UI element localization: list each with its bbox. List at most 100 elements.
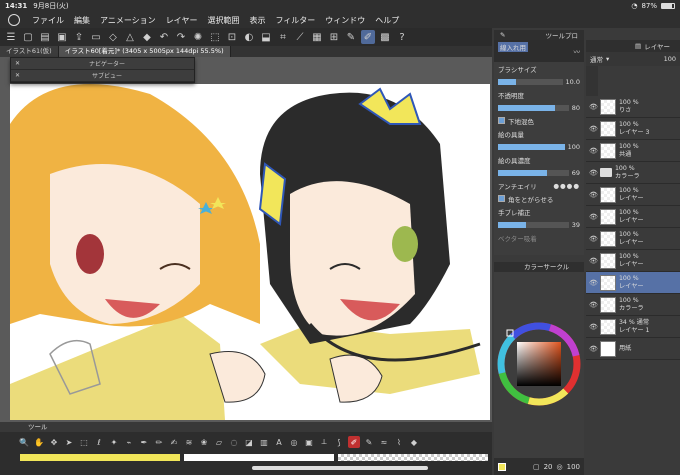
close-icon[interactable]: ✕	[15, 60, 20, 67]
menu-layer[interactable]: レイヤー	[166, 15, 198, 26]
sub-color-bar[interactable]	[184, 454, 334, 461]
select-invert-icon[interactable]: ⊡	[225, 30, 239, 44]
eye-icon[interactable]: 👁	[589, 213, 598, 221]
export-icon[interactable]: ⇪	[72, 30, 86, 44]
eye-icon[interactable]: 👁	[589, 345, 598, 353]
opacity-row[interactable]: 80	[494, 101, 584, 114]
menu-selection[interactable]: 選択範囲	[207, 15, 239, 26]
marker-tool-icon[interactable]: ⌇	[393, 436, 405, 448]
brush-size-slider[interactable]	[498, 78, 563, 85]
menu-edit[interactable]: 編集	[74, 15, 90, 26]
layer-row[interactable]: 👁 100 % カラーラ	[586, 294, 680, 316]
eraser-tool-icon[interactable]: ▱	[213, 436, 225, 448]
paint-density-row[interactable]: 69	[494, 166, 584, 179]
subview-panel-tab[interactable]: ✕ サブビュー	[11, 70, 194, 82]
ruler-icon[interactable]: ⟋	[293, 30, 307, 44]
crop-icon[interactable]: ⌗	[276, 30, 290, 44]
decoration-tool-icon[interactable]: ❀	[198, 436, 210, 448]
layer-row[interactable]: 👁 100 % カラーラ	[586, 162, 680, 184]
undo-icon[interactable]: ↶	[157, 30, 171, 44]
eye-icon[interactable]: 👁	[589, 279, 598, 287]
layer-row[interactable]: 👁 100 % りさ	[586, 96, 680, 118]
brush-tool-icon[interactable]: ✍	[168, 436, 180, 448]
layer-row[interactable]: 👁 100 % 共通	[586, 140, 680, 162]
color-circle-header[interactable]: カラーサークル	[494, 262, 584, 272]
blend-tool-icon[interactable]: ◌	[228, 436, 240, 448]
fill-tool-icon[interactable]: ◪	[243, 436, 255, 448]
menu-file[interactable]: ファイル	[32, 15, 64, 26]
bucket-tool-icon[interactable]: ◆	[408, 436, 420, 448]
layer-opacity[interactable]: 100	[664, 55, 676, 63]
new-file-icon[interactable]: ▢	[21, 30, 35, 44]
brush-size-row[interactable]: 10.0	[494, 75, 584, 88]
corner-checkbox[interactable]	[498, 195, 505, 202]
color-wheel[interactable]	[494, 272, 584, 458]
blend-mode[interactable]: 通常	[590, 54, 603, 64]
canvas[interactable]	[10, 84, 490, 420]
scroll-icon[interactable]: ◆	[140, 30, 154, 44]
eye-icon[interactable]: 👁	[589, 301, 598, 309]
pen-tool-icon[interactable]: ✒	[138, 436, 150, 448]
brush-header-icon[interactable]: ✎	[500, 31, 505, 39]
paint-amount-row[interactable]: 100	[494, 140, 584, 153]
transform-icon[interactable]: ⬓	[259, 30, 273, 44]
eyedropper-tool-icon[interactable]: ⌁	[123, 436, 135, 448]
eye-icon[interactable]: 👁	[589, 125, 598, 133]
fill-icon[interactable]: ◐	[242, 30, 256, 44]
open-file-icon[interactable]: ▤	[38, 30, 52, 44]
menu-view[interactable]: 表示	[249, 15, 265, 26]
figure-tool-icon[interactable]: ◎	[288, 436, 300, 448]
help-icon[interactable]: ?	[395, 30, 409, 44]
select-tool-icon[interactable]: ➤	[63, 436, 75, 448]
hand-tool-icon[interactable]: ✋	[33, 436, 45, 448]
eye-icon[interactable]: 👁	[589, 191, 598, 199]
opacity-slider[interactable]	[498, 104, 569, 111]
paint-amount-slider[interactable]	[498, 143, 565, 150]
navigator-panel-tab[interactable]: ✕ ナビゲーター	[11, 58, 194, 70]
folder-icon[interactable]: ▭	[89, 30, 103, 44]
frame-icon[interactable]: ⊞	[327, 30, 341, 44]
warning-icon[interactable]: △	[123, 30, 137, 44]
eye-icon[interactable]: 👁	[589, 147, 598, 155]
layer-row[interactable]: 👁 100 % レイヤー	[586, 206, 680, 228]
layer-row[interactable]: 👁 34 % 通常 レイヤー 1	[586, 316, 680, 338]
gpen-tool-icon[interactable]: ✐	[348, 436, 360, 448]
eye-icon[interactable]: 👁	[589, 103, 598, 111]
redo-icon[interactable]: ↷	[174, 30, 188, 44]
vector-row[interactable]: ベクター吸着	[494, 231, 584, 244]
gradient-tool-icon[interactable]: ▥	[258, 436, 270, 448]
app-logo-icon[interactable]	[8, 14, 20, 26]
menu-animation[interactable]: アニメーション	[100, 15, 156, 26]
layer-row[interactable]: 👁 100 % レイヤー	[586, 250, 680, 272]
paper-layer-row[interactable]: 👁 用紙	[586, 338, 680, 360]
layer-row[interactable]: 👁 100 % レイヤー	[586, 228, 680, 250]
layer-row[interactable]: 👁 100 % レイヤー	[586, 184, 680, 206]
select-clear-icon[interactable]: ⬚	[208, 30, 222, 44]
tool-property-tab[interactable]: ツールプロ	[546, 30, 579, 40]
brush-name-row[interactable]: 線入れ用 〰	[494, 40, 584, 62]
antialias-row[interactable]: アンチエイリ ●●●●	[494, 179, 584, 192]
eraser-icon[interactable]: ◇	[106, 30, 120, 44]
ink-tool-icon[interactable]: ✎	[363, 436, 375, 448]
airbrush-tool-icon[interactable]: ≋	[183, 436, 195, 448]
color-swatch-icon[interactable]	[498, 462, 506, 471]
eye-icon[interactable]: 👁	[589, 323, 598, 331]
hamburger-icon[interactable]: ☰	[4, 30, 18, 44]
grid2-icon[interactable]: ▩	[378, 30, 392, 44]
main-color-bar[interactable]	[20, 454, 180, 461]
antialias-options-icon[interactable]: ●●●●	[553, 182, 580, 190]
blend-dropdown-icon[interactable]: ▾	[606, 55, 609, 63]
watercolor-tool-icon[interactable]: ≈	[378, 436, 390, 448]
stabilize-slider[interactable]	[498, 221, 569, 228]
close-icon[interactable]: ✕	[15, 72, 20, 79]
pencil-tool-icon[interactable]: ✏	[153, 436, 165, 448]
transparent-color-bar[interactable]	[338, 454, 488, 461]
frame-tool-icon[interactable]: ▣	[303, 436, 315, 448]
tab-document-61[interactable]: イラスト61(仮)	[0, 46, 59, 57]
eye-icon[interactable]: 👁	[589, 257, 598, 265]
correct-line-tool-icon[interactable]: ⟆	[333, 436, 345, 448]
underlay-row[interactable]: 下地混色	[494, 114, 584, 127]
paint-density-slider[interactable]	[498, 169, 569, 176]
pen-icon[interactable]: ✎	[344, 30, 358, 44]
ruler-tool-icon[interactable]: ⟂	[318, 436, 330, 448]
